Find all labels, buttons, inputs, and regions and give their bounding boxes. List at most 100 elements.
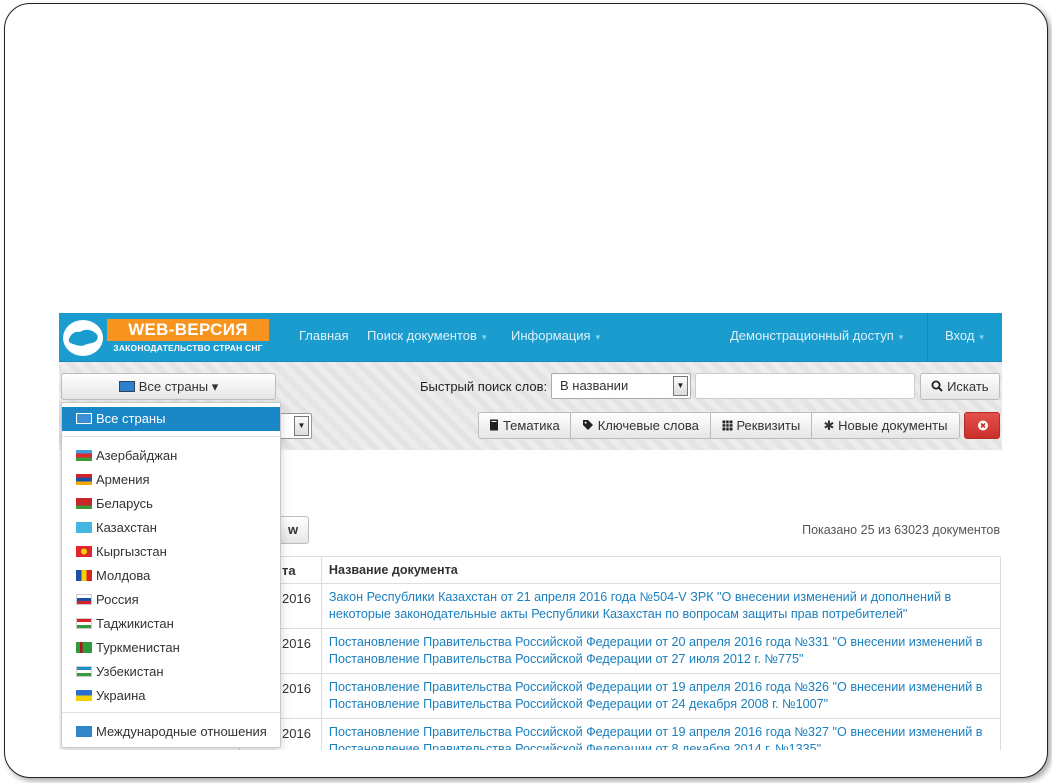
select-arrow-icon: ▼ <box>673 376 688 396</box>
chevron-down-icon: ▾ <box>481 332 487 342</box>
tajikistan-flag-icon <box>76 618 92 629</box>
search-scope-value: В названии <box>560 378 629 393</box>
select-arrow-icon: ▼ <box>294 416 309 436</box>
nav-login-label: Вход <box>945 328 975 343</box>
dropdown-item-label: Узбекистан <box>96 664 164 679</box>
asterisk-icon: ✱ <box>823 418 835 433</box>
globe-flag-icon <box>76 413 92 424</box>
dropdown-item-uzbekistan[interactable]: Узбекистан <box>62 660 280 684</box>
search-icon <box>931 380 944 392</box>
country-select-label: Все страны <box>138 379 209 394</box>
nav-demo-label: Демонстрационный доступ <box>730 328 894 343</box>
table-icon <box>722 420 733 431</box>
dropdown-item-moldova[interactable]: Молдова <box>62 564 280 588</box>
nav-divider <box>927 313 928 362</box>
dropdown-item-all-countries[interactable]: Все страны <box>62 407 280 431</box>
quick-search-label: Быстрый поиск слов: <box>420 379 548 394</box>
chevron-down-icon: ▾ <box>595 332 601 342</box>
armenia-flag-icon <box>76 474 92 485</box>
russia-flag-icon <box>76 594 92 605</box>
search-button[interactable]: Искать <box>920 373 1000 400</box>
dropdown-divider <box>62 436 280 437</box>
dropdown-item-label: Туркменистан <box>96 640 180 655</box>
kazakhstan-flag-icon <box>76 522 92 533</box>
close-circle-icon <box>978 420 988 431</box>
table-row: 2016 Постановление Правительства Российс… <box>240 674 1000 719</box>
turkmenistan-flag-icon <box>76 642 92 653</box>
dropdown-item-label: Международные отношения <box>96 724 267 739</box>
table-header: та Название документа <box>240 557 1000 584</box>
dropdown-item-label: Беларусь <box>96 496 153 511</box>
documents-table: та Название документа 2016 Закон Республ… <box>239 556 1001 750</box>
globe-flag-icon <box>118 381 135 392</box>
dropdown-item-international-relations[interactable]: Международные отношения <box>62 720 280 744</box>
dropdown-item-label: Молдова <box>96 568 151 583</box>
dropdown-item-label: Все страны <box>96 411 166 426</box>
dropdown-item-tajikistan[interactable]: Таджикистан <box>62 612 280 636</box>
reset-filters-button[interactable] <box>964 412 1000 439</box>
search-button-label: Искать <box>947 379 989 394</box>
ukraine-flag-icon <box>76 690 92 701</box>
map-icon <box>63 320 103 356</box>
keywords-button-label: Ключевые слова <box>597 418 699 433</box>
document-link[interactable]: Постановление Правительства Российской Ф… <box>322 629 1000 673</box>
belarus-flag-icon <box>76 498 92 509</box>
quick-search-input[interactable] <box>695 373 915 399</box>
dropdown-item-label: Россия <box>96 592 139 607</box>
document-link[interactable]: Закон Республики Казахстан от 21 апреля … <box>322 584 1000 628</box>
dropdown-item-label: Казахстан <box>96 520 157 535</box>
nav-home-label: Главная <box>299 328 349 343</box>
dropdown-item-label: Кыргызстан <box>96 544 167 559</box>
dropdown-item-kazakhstan[interactable]: Казахстан <box>62 516 280 540</box>
moldova-flag-icon <box>76 570 92 581</box>
dropdown-item-belarus[interactable]: Беларусь <box>62 492 280 516</box>
new-documents-button-label: Новые документы <box>838 418 948 433</box>
dropdown-item-russia[interactable]: Россия <box>62 588 280 612</box>
dropdown-item-azerbaijan[interactable]: Азербайджан <box>62 444 280 468</box>
requisites-button-label: Реквизиты <box>736 418 801 433</box>
table-row: 2016 Закон Республики Казахстан от 21 ап… <box>240 584 1000 629</box>
topic-button[interactable]: Тематика <box>478 412 571 439</box>
dropdown-item-armenia[interactable]: Армения <box>62 468 280 492</box>
nav-information-label: Информация <box>511 328 591 343</box>
uzbekistan-flag-icon <box>76 666 92 677</box>
results-count: Показано 25 из 63023 документов <box>802 523 1000 537</box>
dropdown-item-ukraine[interactable]: Украина <box>62 684 280 708</box>
azerbaijan-flag-icon <box>76 450 92 461</box>
country-select-button[interactable]: Все страны ▾ <box>61 373 276 400</box>
dropdown-item-label: Украина <box>96 688 146 703</box>
dropdown-item-label: Азербайджан <box>96 448 178 463</box>
logo-title: WEB-ВЕРСИЯ <box>107 319 269 341</box>
country-dropdown-menu: Все страны Азербайджан Армения Беларусь … <box>61 402 281 748</box>
new-documents-button[interactable]: ✱ Новые документы <box>811 412 960 439</box>
view-toggle-button[interactable]: w <box>277 516 309 544</box>
dropdown-item-kyrgyzstan[interactable]: Кыргызстан <box>62 540 280 564</box>
nav-search-documents[interactable]: Поиск документов ▾ <box>367 313 486 362</box>
kyrgyzstan-flag-icon <box>76 546 92 557</box>
nav-home[interactable]: Главная <box>299 313 348 362</box>
globe-flag-icon <box>76 726 92 737</box>
logo-subtitle: ЗАКОНОДАТЕЛЬСТВО СТРАН СНГ <box>113 343 263 353</box>
site-logo[interactable]: WEB-ВЕРСИЯ ЗАКОНОДАТЕЛЬСТВО СТРАН СНГ <box>61 317 271 359</box>
app-screenshot: WEB-ВЕРСИЯ ЗАКОНОДАТЕЛЬСТВО СТРАН СНГ Гл… <box>59 313 1002 750</box>
book-icon <box>490 419 499 431</box>
dropdown-item-label: Армения <box>96 472 150 487</box>
search-scope-select[interactable]: В названии ▼ <box>551 373 691 399</box>
caret-down-icon: ▾ <box>211 379 219 394</box>
nav-search-label: Поиск документов <box>367 328 477 343</box>
tag-icon <box>583 420 594 430</box>
nav-demo-access[interactable]: Демонстрационный доступ ▾ <box>730 313 903 362</box>
keywords-button[interactable]: Ключевые слова <box>570 412 711 439</box>
nav-information[interactable]: Информация ▾ <box>511 313 600 362</box>
table-row: 2016 Постановление Правительства Российс… <box>240 719 1000 750</box>
topic-button-label: Тематика <box>502 418 560 433</box>
view-toggle-label: w <box>287 522 299 537</box>
document-link[interactable]: Постановление Правительства Российской Ф… <box>322 674 1000 718</box>
document-link[interactable]: Постановление Правительства Российской Ф… <box>322 719 1000 750</box>
logo-badge: WEB-ВЕРСИЯ ЗАКОНОДАТЕЛЬСТВО СТРАН СНГ <box>107 319 269 357</box>
dropdown-item-turkmenistan[interactable]: Туркменистан <box>62 636 280 660</box>
nav-login[interactable]: Вход ▾ <box>945 313 984 362</box>
requisites-button[interactable]: Реквизиты <box>710 412 812 439</box>
header-title: Название документа <box>328 563 458 577</box>
chevron-down-icon: ▾ <box>898 332 904 342</box>
